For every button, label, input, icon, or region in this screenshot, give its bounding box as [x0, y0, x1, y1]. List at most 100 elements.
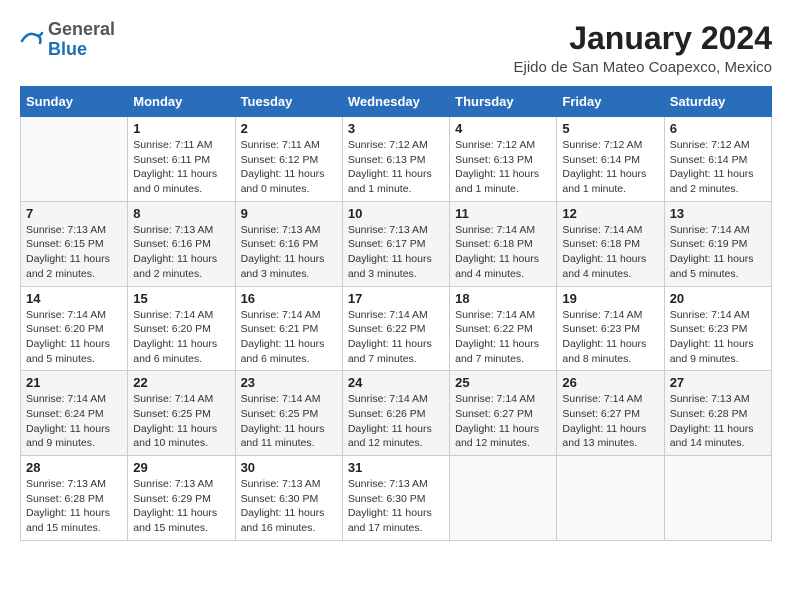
calendar-week-row: 28 Sunrise: 7:13 AMSunset: 6:28 PMDayligh…: [21, 456, 772, 541]
logo-blue: Blue: [48, 40, 115, 60]
table-row: 12 Sunrise: 7:14 AMSunset: 6:18 PMDayligh…: [557, 201, 664, 286]
day-number: 13: [670, 206, 766, 221]
table-row: 16 Sunrise: 7:14 AMSunset: 6:21 PMDayligh…: [235, 286, 342, 371]
table-row: 22Sunrise: 7:14 AMSunset: 6:25 PMDayligh…: [128, 371, 235, 456]
day-number: 31: [348, 460, 444, 475]
table-row: [450, 456, 557, 541]
day-number: 15: [133, 291, 229, 306]
table-row: 19 Sunrise: 7:14 AMSunset: 6:23 PMDayligh…: [557, 286, 664, 371]
day-info: Sunrise: 7:14 AMSunset: 6:23 PMDaylight:…: [562, 308, 658, 367]
day-info: Sunrise: 7:12 AMSunset: 6:14 PMDaylight:…: [562, 138, 658, 197]
day-info: Sunrise: 7:13 AMSunset: 6:29 PMDaylight:…: [133, 477, 229, 536]
day-number: 23: [241, 375, 337, 390]
table-row: [664, 456, 771, 541]
day-info: Sunrise: 7:14 AMSunset: 6:20 PMDaylight:…: [26, 308, 122, 367]
day-info: Sunrise: 7:13 AMSunset: 6:28 PMDaylight:…: [670, 392, 766, 451]
day-info: Sunrise: 7:13 AMSunset: 6:30 PMDaylight:…: [241, 477, 337, 536]
day-number: 25: [455, 375, 551, 390]
table-row: 3 Sunrise: 7:12 AMSunset: 6:13 PMDaylight…: [342, 117, 449, 202]
calendar-header-row: Sunday Monday Tuesday Wednesday Thursday…: [21, 87, 772, 117]
day-number: 19: [562, 291, 658, 306]
day-number: 20: [670, 291, 766, 306]
table-row: 23Sunrise: 7:14 AMSunset: 6:25 PMDayligh…: [235, 371, 342, 456]
day-number: 16: [241, 291, 337, 306]
logo-icon: [20, 29, 44, 53]
day-info: Sunrise: 7:13 AMSunset: 6:16 PMDaylight:…: [133, 223, 229, 282]
day-number: 6: [670, 121, 766, 136]
day-info: Sunrise: 7:11 AMSunset: 6:12 PMDaylight:…: [241, 138, 337, 197]
day-info: Sunrise: 7:13 AMSunset: 6:17 PMDaylight:…: [348, 223, 444, 282]
table-row: 24 Sunrise: 7:14 AMSunset: 6:26 PMDayligh…: [342, 371, 449, 456]
col-friday: Friday: [557, 87, 664, 117]
table-row: 26 Sunrise: 7:14 AMSunset: 6:27 PMDayligh…: [557, 371, 664, 456]
calendar-week-row: 21Sunrise: 7:14 AMSunset: 6:24 PMDayligh…: [21, 371, 772, 456]
day-number: 2: [241, 121, 337, 136]
day-info: Sunrise: 7:14 AMSunset: 6:27 PMDaylight:…: [562, 392, 658, 451]
day-info: Sunrise: 7:14 AMSunset: 6:21 PMDaylight:…: [241, 308, 337, 367]
table-row: 8 Sunrise: 7:13 AMSunset: 6:16 PMDaylight…: [128, 201, 235, 286]
day-number: 26: [562, 375, 658, 390]
col-monday: Monday: [128, 87, 235, 117]
table-row: 31 Sunrise: 7:13 AMSunset: 6:30 PMDayligh…: [342, 456, 449, 541]
table-row: 11Sunrise: 7:14 AMSunset: 6:18 PMDayligh…: [450, 201, 557, 286]
table-row: 17Sunrise: 7:14 AMSunset: 6:22 PMDayligh…: [342, 286, 449, 371]
logo-general: General: [48, 20, 115, 40]
day-number: 18: [455, 291, 551, 306]
day-number: 29: [133, 460, 229, 475]
day-number: 28: [26, 460, 122, 475]
day-number: 24: [348, 375, 444, 390]
day-info: Sunrise: 7:11 AMSunset: 6:11 PMDaylight:…: [133, 138, 229, 197]
table-row: 5Sunrise: 7:12 AMSunset: 6:14 PMDaylight…: [557, 117, 664, 202]
table-row: 30Sunrise: 7:13 AMSunset: 6:30 PMDayligh…: [235, 456, 342, 541]
location-title: Ejido de San Mateo Coapexco, Mexico: [514, 59, 772, 76]
table-row: 6Sunrise: 7:12 AMSunset: 6:14 PMDaylight…: [664, 117, 771, 202]
table-row: 13 Sunrise: 7:14 AMSunset: 6:19 PMDayligh…: [664, 201, 771, 286]
col-saturday: Saturday: [664, 87, 771, 117]
day-number: 12: [562, 206, 658, 221]
table-row: 14Sunrise: 7:14 AMSunset: 6:20 PMDayligh…: [21, 286, 128, 371]
title-section: January 2024 Ejido de San Mateo Coapexco…: [514, 20, 772, 76]
table-row: 1 Sunrise: 7:11 AMSunset: 6:11 PMDaylight…: [128, 117, 235, 202]
day-number: 9: [241, 206, 337, 221]
day-info: Sunrise: 7:14 AMSunset: 6:27 PMDaylight:…: [455, 392, 551, 451]
day-info: Sunrise: 7:14 AMSunset: 6:24 PMDaylight:…: [26, 392, 122, 451]
day-number: 8: [133, 206, 229, 221]
calendar-table: Sunday Monday Tuesday Wednesday Thursday…: [20, 86, 772, 541]
day-info: Sunrise: 7:14 AMSunset: 6:26 PMDaylight:…: [348, 392, 444, 451]
day-info: Sunrise: 7:14 AMSunset: 6:18 PMDaylight:…: [455, 223, 551, 282]
day-number: 4: [455, 121, 551, 136]
table-row: 20Sunrise: 7:14 AMSunset: 6:23 PMDayligh…: [664, 286, 771, 371]
day-number: 10: [348, 206, 444, 221]
day-number: 3: [348, 121, 444, 136]
table-row: 4Sunrise: 7:12 AMSunset: 6:13 PMDaylight…: [450, 117, 557, 202]
month-title: January 2024: [514, 20, 772, 57]
logo-text: General Blue: [48, 20, 115, 60]
table-row: 21Sunrise: 7:14 AMSunset: 6:24 PMDayligh…: [21, 371, 128, 456]
day-info: Sunrise: 7:13 AMSunset: 6:16 PMDaylight:…: [241, 223, 337, 282]
col-tuesday: Tuesday: [235, 87, 342, 117]
table-row: 10 Sunrise: 7:13 AMSunset: 6:17 PMDayligh…: [342, 201, 449, 286]
day-info: Sunrise: 7:14 AMSunset: 6:22 PMDaylight:…: [455, 308, 551, 367]
day-info: Sunrise: 7:13 AMSunset: 6:30 PMDaylight:…: [348, 477, 444, 536]
day-info: Sunrise: 7:13 AMSunset: 6:15 PMDaylight:…: [26, 223, 122, 282]
table-row: 15 Sunrise: 7:14 AMSunset: 6:20 PMDayligh…: [128, 286, 235, 371]
day-info: Sunrise: 7:12 AMSunset: 6:13 PMDaylight:…: [348, 138, 444, 197]
day-number: 7: [26, 206, 122, 221]
table-row: 2 Sunrise: 7:11 AMSunset: 6:12 PMDaylight…: [235, 117, 342, 202]
day-info: Sunrise: 7:14 AMSunset: 6:20 PMDaylight:…: [133, 308, 229, 367]
calendar-week-row: 7 Sunrise: 7:13 AMSunset: 6:15 PMDaylight…: [21, 201, 772, 286]
table-row: 9 Sunrise: 7:13 AMSunset: 6:16 PMDaylight…: [235, 201, 342, 286]
day-info: Sunrise: 7:14 AMSunset: 6:25 PMDaylight:…: [133, 392, 229, 451]
table-row: 7 Sunrise: 7:13 AMSunset: 6:15 PMDaylight…: [21, 201, 128, 286]
calendar-week-row: 1 Sunrise: 7:11 AMSunset: 6:11 PMDaylight…: [21, 117, 772, 202]
table-row: 28 Sunrise: 7:13 AMSunset: 6:28 PMDayligh…: [21, 456, 128, 541]
table-row: 25 Sunrise: 7:14 AMSunset: 6:27 PMDayligh…: [450, 371, 557, 456]
col-sunday: Sunday: [21, 87, 128, 117]
day-info: Sunrise: 7:14 AMSunset: 6:18 PMDaylight:…: [562, 223, 658, 282]
day-number: 1: [133, 121, 229, 136]
table-row: [557, 456, 664, 541]
day-info: Sunrise: 7:13 AMSunset: 6:28 PMDaylight:…: [26, 477, 122, 536]
day-info: Sunrise: 7:14 AMSunset: 6:19 PMDaylight:…: [670, 223, 766, 282]
col-wednesday: Wednesday: [342, 87, 449, 117]
table-row: 27Sunrise: 7:13 AMSunset: 6:28 PMDayligh…: [664, 371, 771, 456]
